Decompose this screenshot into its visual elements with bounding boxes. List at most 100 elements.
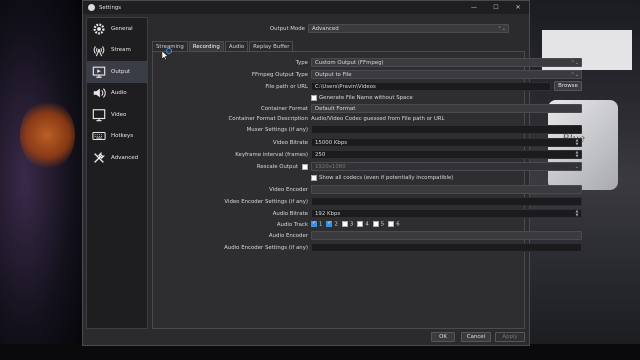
container-format-row: Container Format Default Format [153, 104, 582, 113]
sidebar-item-label: Audio [111, 90, 127, 97]
settings-sidebar: General Stream Output Audio Video Hotkey… [86, 17, 148, 329]
sidebar-item-label: Stream [111, 47, 131, 54]
rescale-output-select[interactable]: 1920x1080 ⌄ [311, 162, 582, 171]
video-bitrate-spinbox[interactable]: 15000 Kbps ▲ ▼ [311, 138, 582, 147]
ok-button[interactable]: OK [431, 332, 455, 342]
chevron-down-icon: ⌃⌄ [497, 26, 506, 32]
file-path-value: C:\Users\Pravin\Videos [315, 83, 376, 90]
show-all-codecs-row: Show all codecs (even if potentially inc… [311, 173, 453, 182]
keyframe-interval-value: 250 [315, 151, 326, 158]
keyboard-icon [91, 129, 106, 144]
container-format-select[interactable]: Default Format [311, 104, 582, 113]
container-format-value: Default Format [315, 105, 356, 112]
show-all-codecs-label: Show all codecs (even if potentially inc… [319, 174, 454, 181]
video-encoder-label: Video Encoder [269, 186, 308, 193]
audio-track-5-checkbox[interactable] [372, 221, 379, 228]
sidebar-item-audio[interactable]: Audio [87, 83, 147, 105]
audio-track-number: 2 [334, 221, 338, 228]
audio-track-4[interactable]: 4 [357, 221, 369, 228]
video-encoder-row: Video Encoder [153, 185, 582, 194]
tab-recording[interactable]: Recording [188, 41, 224, 51]
audio-track-6[interactable]: 6 [388, 221, 400, 228]
video-monitor-icon [91, 107, 106, 122]
audio-encoder-settings-row: Audio Encoder Settings (if any) [153, 243, 582, 252]
speaker-icon [91, 86, 106, 101]
sidebar-item-output[interactable]: Output [87, 61, 147, 83]
video-bitrate-row: Video Bitrate 15000 Kbps ▲ ▼ [153, 138, 582, 147]
monitor-icon [91, 64, 106, 79]
sidebar-item-label: Output [111, 68, 131, 75]
ffmpeg-output-type-row: FFmpeg Output Type Output to File ⌃⌄ [153, 70, 582, 79]
minimize-button[interactable]: — [463, 4, 485, 11]
sidebar-item-label: Advanced [111, 154, 139, 161]
keyframe-interval-spinbox[interactable]: 250 ▲ ▼ [311, 150, 582, 159]
audio-track-number: 3 [349, 221, 354, 228]
chevron-down-icon: ⌄ [574, 164, 579, 170]
maximize-button[interactable]: ☐ [485, 4, 507, 11]
video-encoder-settings-input[interactable] [311, 197, 582, 206]
browse-button[interactable]: Browse [554, 81, 582, 91]
ffmpeg-output-type-select[interactable]: Output to File ⌃⌄ [311, 70, 582, 79]
cancel-button[interactable]: Cancel [461, 332, 491, 342]
broadcast-icon [91, 43, 106, 58]
audio-encoder-settings-input[interactable] [311, 243, 582, 252]
audio-track-6-checkbox[interactable] [388, 221, 395, 228]
audio-track-2-checkbox[interactable] [326, 220, 333, 228]
type-value: Custom Output (FFmpeg) [315, 59, 384, 66]
spin-arrows-icon[interactable]: ▲ ▼ [574, 138, 580, 146]
recording-panel: Type Custom Output (FFmpeg) ⌃⌄ FFmpeg Ou… [152, 51, 582, 329]
settings-window: Settings — ☐ ✕ General Stream Output Aud… [82, 0, 582, 346]
muxer-settings-input[interactable] [311, 125, 582, 134]
sidebar-item-stream[interactable]: Stream [87, 40, 147, 62]
container-format-desc-label: Container Format Description [228, 115, 308, 122]
audio-encoder-row: Audio Encoder [153, 231, 582, 240]
audio-track-1[interactable]: 1 [311, 220, 323, 228]
show-all-codecs-checkbox[interactable] [311, 174, 317, 181]
rescale-output-value: 1920x1080 [315, 163, 346, 170]
audio-bitrate-row: Audio Bitrate 192 Kbps ▲ ▼ [153, 209, 582, 218]
type-select[interactable]: Custom Output (FFmpeg) ⌃⌄ [311, 58, 582, 67]
sidebar-item-label: Video [111, 111, 127, 118]
audio-bitrate-spinbox[interactable]: 192 Kbps ▲ ▼ [311, 209, 582, 218]
spin-arrows-icon[interactable]: ▲ ▼ [574, 209, 580, 217]
generate-name-row: Generate File Name without Space [311, 93, 413, 102]
audio-encoder-select[interactable] [311, 231, 582, 240]
obs-logo-icon [88, 4, 95, 11]
apply-button[interactable]: Apply [495, 332, 525, 342]
output-mode-row: Output Mode Advanced ⌃⌄ [150, 24, 525, 33]
tab-audio[interactable]: Audio [224, 41, 249, 51]
audio-encoder-settings-label: Audio Encoder Settings (if any) [224, 244, 308, 251]
audio-track-2[interactable]: 2 [326, 220, 338, 228]
spin-arrows-icon[interactable]: ▲ ▼ [574, 150, 580, 158]
audio-track-label: Audio Track [276, 221, 308, 228]
video-encoder-select[interactable] [311, 185, 582, 194]
container-format-desc-value: Audio/Video Codec guessed from File path… [311, 115, 445, 122]
sidebar-item-general[interactable]: General [87, 18, 147, 40]
audio-track-number: 4 [365, 221, 369, 228]
window-title: Settings [99, 4, 122, 11]
background-left [0, 0, 82, 360]
file-path-input[interactable]: C:\Users\Pravin\Videos [311, 82, 551, 91]
audio-track-3[interactable]: 3 [341, 221, 354, 228]
sidebar-item-video[interactable]: Video [87, 104, 147, 126]
video-encoder-settings-label: Video Encoder Settings (if any) [224, 198, 308, 205]
ffmpeg-output-type-label: FFmpeg Output Type [251, 71, 308, 78]
sidebar-item-hotkeys[interactable]: Hotkeys [87, 126, 147, 148]
audio-track-1-checkbox[interactable] [311, 220, 317, 228]
audio-track-3-checkbox[interactable] [341, 221, 348, 228]
output-tabs: Streaming Recording Audio Replay Buffer [152, 41, 294, 51]
sidebar-item-advanced[interactable]: Advanced [87, 147, 147, 169]
close-button[interactable]: ✕ [507, 4, 529, 11]
audio-track-row: Audio Track 1 2 3 4 5 6 [153, 220, 523, 229]
output-mode-select[interactable]: Advanced ⌃⌄ [308, 24, 509, 33]
audio-track-5[interactable]: 5 [372, 221, 384, 228]
audio-encoder-label: Audio Encoder [268, 232, 308, 239]
tab-replay-buffer[interactable]: Replay Buffer [249, 41, 294, 51]
audio-track-number: 1 [319, 221, 323, 228]
output-mode-value: Advanced [312, 25, 339, 32]
audio-track-4-checkbox[interactable] [357, 221, 364, 228]
file-path-row: File path or URL C:\Users\Pravin\Videos … [153, 81, 582, 91]
generate-name-checkbox[interactable] [311, 94, 317, 101]
rescale-output-checkbox[interactable] [302, 163, 308, 170]
video-encoder-settings-row: Video Encoder Settings (if any) [153, 197, 582, 206]
